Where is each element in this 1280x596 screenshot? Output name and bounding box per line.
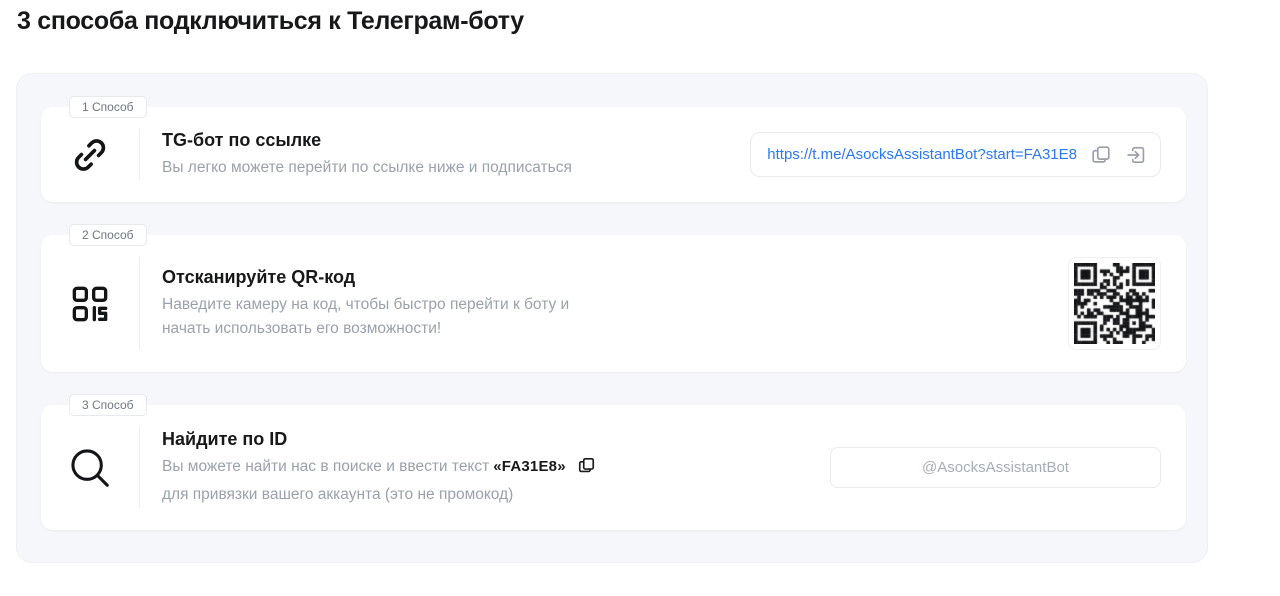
- search-icon: [41, 445, 139, 491]
- bot-link[interactable]: https://t.me/AsocksAssistantBot?start=FA…: [767, 146, 1077, 163]
- method-2-badge: 2 Способ: [69, 224, 147, 246]
- copy-code-icon[interactable]: [577, 456, 596, 483]
- divider: [139, 129, 140, 180]
- method-3-description-prefix: Вы можете найти нас в поиске и ввести те…: [162, 458, 489, 475]
- bot-handle-field[interactable]: [830, 447, 1161, 488]
- bot-link-field: https://t.me/AsocksAssistantBot?start=FA…: [750, 132, 1161, 177]
- method-2-title: Отсканируйте QR-код: [162, 267, 1068, 288]
- method-3-description-line1: Вы можете найти нас в поиске и ввести те…: [162, 455, 830, 483]
- method-2-description-line2: начать использовать его возможности!: [162, 317, 1068, 341]
- method-card-link: 1 Способ TG-бот по ссылке Вы легко может…: [41, 107, 1186, 202]
- open-link-icon[interactable]: [1125, 144, 1147, 166]
- method-1-description: Вы легко можете перейти по ссылке ниже и…: [162, 156, 750, 180]
- qr-icon: [41, 284, 139, 324]
- method-1-badge: 1 Способ: [69, 96, 147, 118]
- method-card-id: 3 Способ Найдите по ID Вы можете найти н…: [41, 405, 1186, 530]
- connect-code: «FA31E8»: [493, 458, 565, 475]
- divider: [139, 427, 140, 508]
- qr-code-image: [1074, 263, 1155, 344]
- method-3-title: Найдите по ID: [162, 429, 830, 450]
- method-1-title: TG-бот по ссылке: [162, 130, 750, 151]
- link-icon: [41, 136, 139, 174]
- qr-code-frame: [1068, 257, 1161, 350]
- copy-icon[interactable]: [1090, 144, 1112, 166]
- method-2-description-line1: Наведите камеру на код, чтобы быстро пер…: [162, 293, 1068, 317]
- method-3-badge: 3 Способ: [69, 394, 147, 416]
- divider: [139, 257, 140, 350]
- method-3-description-line2: для привязки вашего аккаунта (это не про…: [162, 483, 830, 507]
- methods-panel: 1 Способ TG-бот по ссылке Вы легко может…: [16, 73, 1208, 563]
- page-title: 3 способа подключиться к Телеграм-боту: [0, 0, 1280, 36]
- method-card-qr: 2 Способ Отсканируйте QR-код Наведите ка…: [41, 235, 1186, 372]
